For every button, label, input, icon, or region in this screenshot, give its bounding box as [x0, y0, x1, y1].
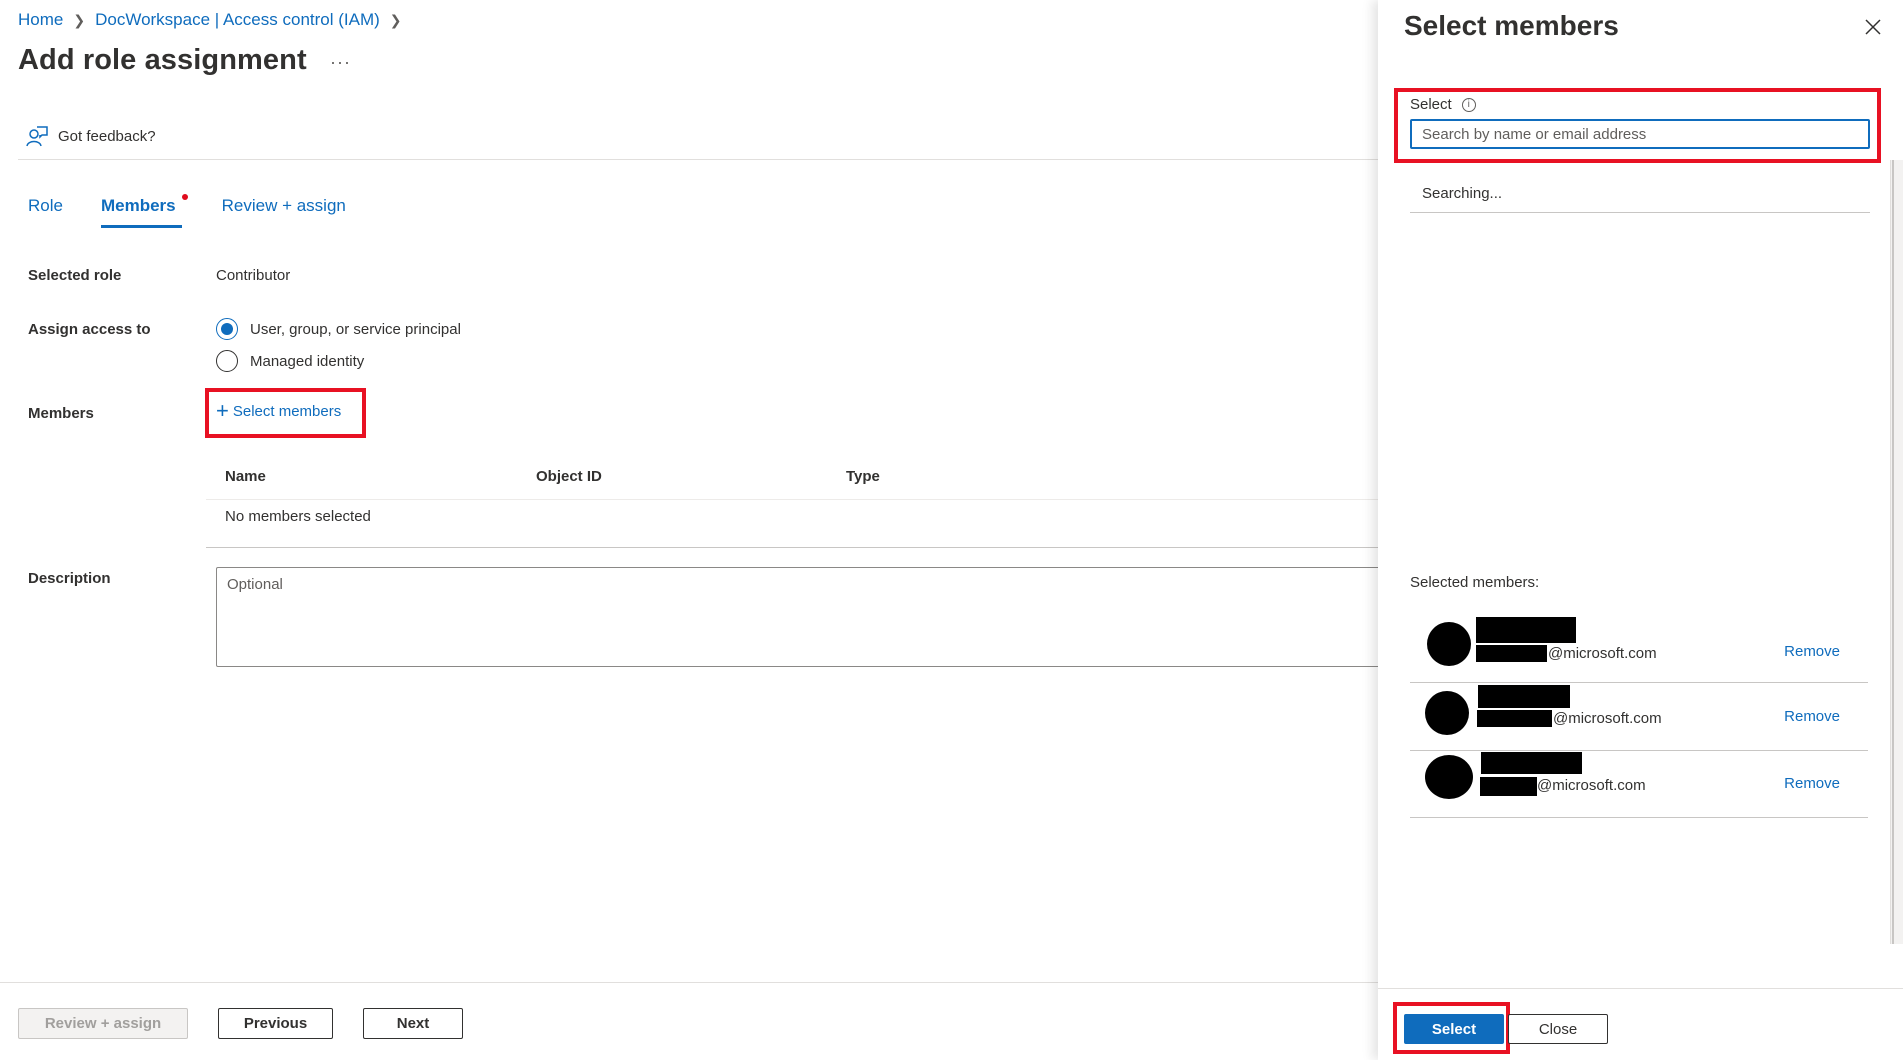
plus-icon: +	[216, 398, 229, 423]
redacted-email	[1476, 645, 1547, 662]
tab-role-label: Role	[28, 196, 63, 215]
previous-button[interactable]: Previous	[218, 1008, 333, 1039]
header-divider	[18, 159, 1378, 160]
redacted-name	[1478, 685, 1570, 708]
tab-members[interactable]: Members	[100, 194, 188, 228]
selected-member-row: @microsoft.com Remove	[1410, 685, 1868, 751]
redacted-name	[1481, 752, 1582, 774]
next-button[interactable]: Next	[363, 1008, 463, 1039]
breadcrumb-access-control[interactable]: DocWorkspace | Access control (IAM)	[95, 10, 380, 30]
panel-footer-divider	[1378, 988, 1903, 989]
tab-members-label: Members	[100, 196, 176, 215]
chevron-right-icon: ❯	[73, 11, 86, 28]
selected-member-row: @microsoft.com Remove	[1410, 617, 1868, 683]
radio-managed-identity[interactable]: Managed identity	[216, 350, 364, 372]
panel-scrollbar[interactable]	[1890, 160, 1903, 944]
tab-role[interactable]: Role	[28, 196, 63, 228]
tab-bar: Role Members Review + assign	[28, 194, 384, 228]
member-email-domain: @microsoft.com	[1553, 710, 1662, 727]
member-search-input[interactable]	[1410, 119, 1870, 149]
feedback-button[interactable]: Got feedback?	[26, 125, 156, 147]
search-results-divider	[1410, 212, 1870, 213]
member-email-domain: @microsoft.com	[1537, 777, 1646, 794]
tab-review-assign[interactable]: Review + assign	[222, 196, 346, 228]
feedback-icon	[26, 126, 48, 147]
tab-review-assign-label: Review + assign	[221, 196, 346, 215]
page-title: Add role assignment	[18, 44, 307, 76]
close-icon	[1865, 19, 1881, 35]
assign-access-label: Assign access to	[28, 321, 151, 338]
radio-checked-icon[interactable]	[216, 318, 238, 340]
panel-title: Select members	[1404, 10, 1619, 41]
select-label: Select	[1410, 96, 1452, 113]
redacted-email	[1480, 777, 1537, 796]
info-icon[interactable]: i	[1461, 97, 1476, 112]
footer-divider	[0, 982, 1378, 983]
members-label: Members	[28, 405, 94, 422]
select-members-panel: Select members Select i Searching... Sel…	[1378, 0, 1903, 1060]
description-label: Description	[28, 570, 111, 587]
close-panel-button[interactable]	[1864, 18, 1882, 40]
select-members-link[interactable]: + Select members	[216, 400, 341, 422]
scrollbar-thumb[interactable]	[1892, 160, 1894, 944]
selected-members-label: Selected members:	[1410, 574, 1540, 591]
breadcrumb: Home ❯ DocWorkspace | Access control (IA…	[18, 10, 412, 30]
radio-label: Managed identity	[250, 352, 365, 370]
required-indicator-dot	[181, 194, 188, 200]
radio-user-group-service-principal[interactable]: User, group, or service principal	[216, 318, 461, 340]
avatar	[1425, 755, 1473, 799]
select-members-label: Select members	[232, 402, 342, 420]
member-email-domain: @microsoft.com	[1548, 645, 1657, 662]
select-field-label: Select i	[1410, 96, 1476, 113]
chevron-right-icon: ❯	[389, 11, 402, 28]
review-assign-button[interactable]: Review + assign	[18, 1008, 188, 1039]
redacted-email	[1477, 710, 1552, 727]
close-button[interactable]: Close	[1508, 1014, 1608, 1044]
empty-table-message: No members selected	[225, 508, 371, 525]
breadcrumb-home[interactable]: Home	[18, 10, 63, 30]
select-button[interactable]: Select	[1404, 1014, 1504, 1044]
radio-label: User, group, or service principal	[250, 320, 461, 338]
column-header-type[interactable]: Type	[846, 468, 880, 485]
redacted-name	[1476, 617, 1576, 643]
column-header-name[interactable]: Name	[225, 468, 266, 485]
radio-unchecked-icon[interactable]	[216, 350, 238, 372]
description-textarea[interactable]: Optional	[216, 567, 1416, 667]
table-bottom-divider	[206, 547, 1378, 548]
selected-member-row: @microsoft.com Remove	[1410, 752, 1868, 818]
remove-member-link[interactable]: Remove	[1784, 775, 1840, 792]
column-header-object-id[interactable]: Object ID	[536, 468, 602, 485]
remove-member-link[interactable]: Remove	[1784, 643, 1840, 660]
search-status: Searching...	[1422, 185, 1503, 202]
more-options-button[interactable]: ···	[330, 52, 351, 73]
table-header-divider	[206, 499, 1378, 500]
avatar	[1425, 691, 1469, 735]
avatar	[1427, 622, 1471, 666]
selected-role-label: Selected role	[28, 267, 122, 284]
feedback-label: Got feedback?	[58, 127, 156, 145]
selected-role-value: Contributor	[216, 267, 291, 284]
remove-member-link[interactable]: Remove	[1784, 708, 1840, 725]
